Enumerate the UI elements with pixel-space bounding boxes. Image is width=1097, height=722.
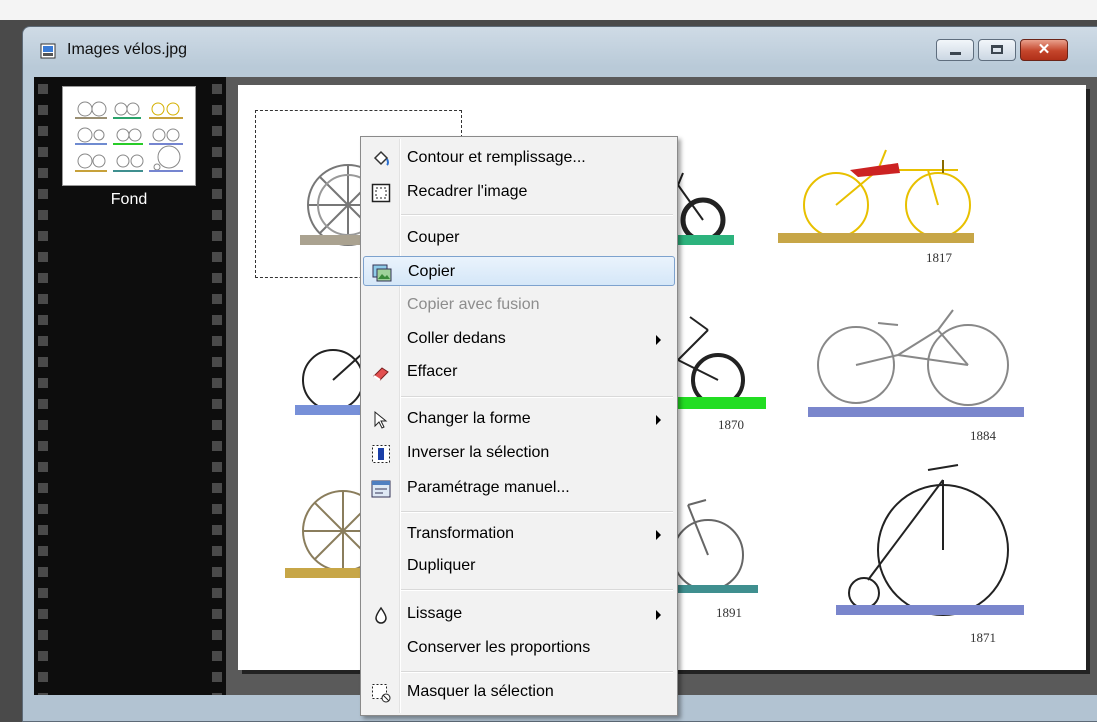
hide-selection-icon [372,684,391,703]
close-button[interactable]: ✕ [1020,39,1068,61]
menu-separator [401,511,673,513]
close-icon: ✕ [1037,41,1051,58]
bike-3-saddle [850,163,900,177]
bike-4-base [295,405,365,415]
image-file-icon [40,43,56,59]
menu-item-coller-dedans[interactable]: Coller dedans [363,324,675,354]
menu-item-label: Conserver les proportions [407,639,591,656]
menu-item-label: Transformation [407,525,514,542]
copy-image-icon [372,264,392,282]
year-1891: 1891 [716,605,742,620]
menu-item-lissage[interactable]: Lissage [363,599,675,629]
bike-9-base [836,605,1024,615]
bike-2 [677,172,726,243]
eraser-icon [373,367,389,381]
film-perforations-left [38,77,48,695]
menu-item-label: Changer la forme [407,410,531,427]
menu-item-label: Dupliquer [407,557,476,574]
bike-3 [803,149,971,238]
menu-item-label: Effacer [407,363,458,380]
menu-item-inverser-selection[interactable]: Inverser la sélection [363,438,675,468]
menu-item-couper[interactable]: Couper [363,223,675,253]
bike-7-base [285,568,365,578]
bike-9 [848,464,1009,616]
menu-item-recadrer[interactable]: Recadrer l'image [363,177,675,207]
maximize-button[interactable] [978,39,1016,61]
invert-selection-icon [372,445,390,463]
menu-item-parametrage-manuel[interactable]: Paramétrage manuel... [363,473,675,503]
crop-icon [371,183,391,203]
menu-separator [401,589,673,591]
menu-item-label: Copier [408,263,456,280]
year-1817: 1817 [926,250,953,265]
submenu-arrow-icon [656,415,661,425]
year-1884: 1884 [970,428,997,443]
menu-item-conserver-proportions[interactable]: Conserver les proportions [363,633,675,663]
menu-item-label: Inverser la sélection [407,444,550,461]
menu-separator [401,214,673,216]
menu-item-label: Coller dedans [407,330,506,347]
manual-settings-icon [371,480,391,498]
menu-item-copier-avec-fusion[interactable]: Copier avec fusion [363,290,675,320]
bike-6 [817,309,1009,406]
context-menu: Contour et remplissage... Recadrer l'ima… [360,136,678,716]
menu-item-copier[interactable]: Copier [363,256,675,286]
menu-item-label: Masquer la sélection [407,683,554,700]
paint-bucket-icon [373,150,389,166]
thumbnail-bikes-image [75,101,183,172]
menu-item-label: Paramétrage manuel... [407,479,570,496]
submenu-arrow-icon [656,610,661,620]
bike-3-base [778,233,974,243]
menu-item-label: Recadrer l'image [407,183,528,200]
menu-item-dupliquer[interactable]: Dupliquer [363,551,675,581]
year-1871: 1871 [970,630,996,645]
menu-item-transformation[interactable]: Transformation [363,519,675,549]
menu-item-label: Lissage [407,605,463,622]
submenu-arrow-icon [656,530,661,540]
menu-item-masquer-selection[interactable]: Masquer la sélection [363,677,675,707]
bike-6-base [808,407,1024,417]
film-perforations-right [212,77,222,695]
menu-separator [401,671,673,673]
bike-4 [302,349,364,411]
menu-item-label: Contour et remplissage... [407,149,586,166]
bike-8-base [678,585,758,593]
year-1870: 1870 [718,417,744,432]
minimize-icon [950,52,961,55]
layer-name-label: Fond [110,191,148,208]
desktop-background [0,0,1097,20]
menu-item-contour-remplissage[interactable]: Contour et remplissage... [363,143,675,173]
bike-5-base [678,397,766,409]
menu-item-effacer[interactable]: Effacer [363,357,675,387]
layers-filmstrip: Fond [34,77,226,695]
menu-separator [401,396,673,398]
drop-icon [375,606,387,624]
menu-item-label: Couper [407,229,460,246]
menu-item-changer-forme[interactable]: Changer la forme [363,404,675,434]
maximize-icon [991,45,1003,54]
submenu-arrow-icon [656,335,661,345]
window-title: Images vélos.jpg [67,41,188,58]
bike-2-base [678,235,734,245]
menu-item-label: Copier avec fusion [407,296,540,313]
bike-8 [672,499,744,591]
minimize-button[interactable] [936,39,974,61]
pointer-arrow-icon [374,410,388,429]
layer-thumbnail[interactable] [62,86,196,186]
bike-5 [677,316,745,407]
